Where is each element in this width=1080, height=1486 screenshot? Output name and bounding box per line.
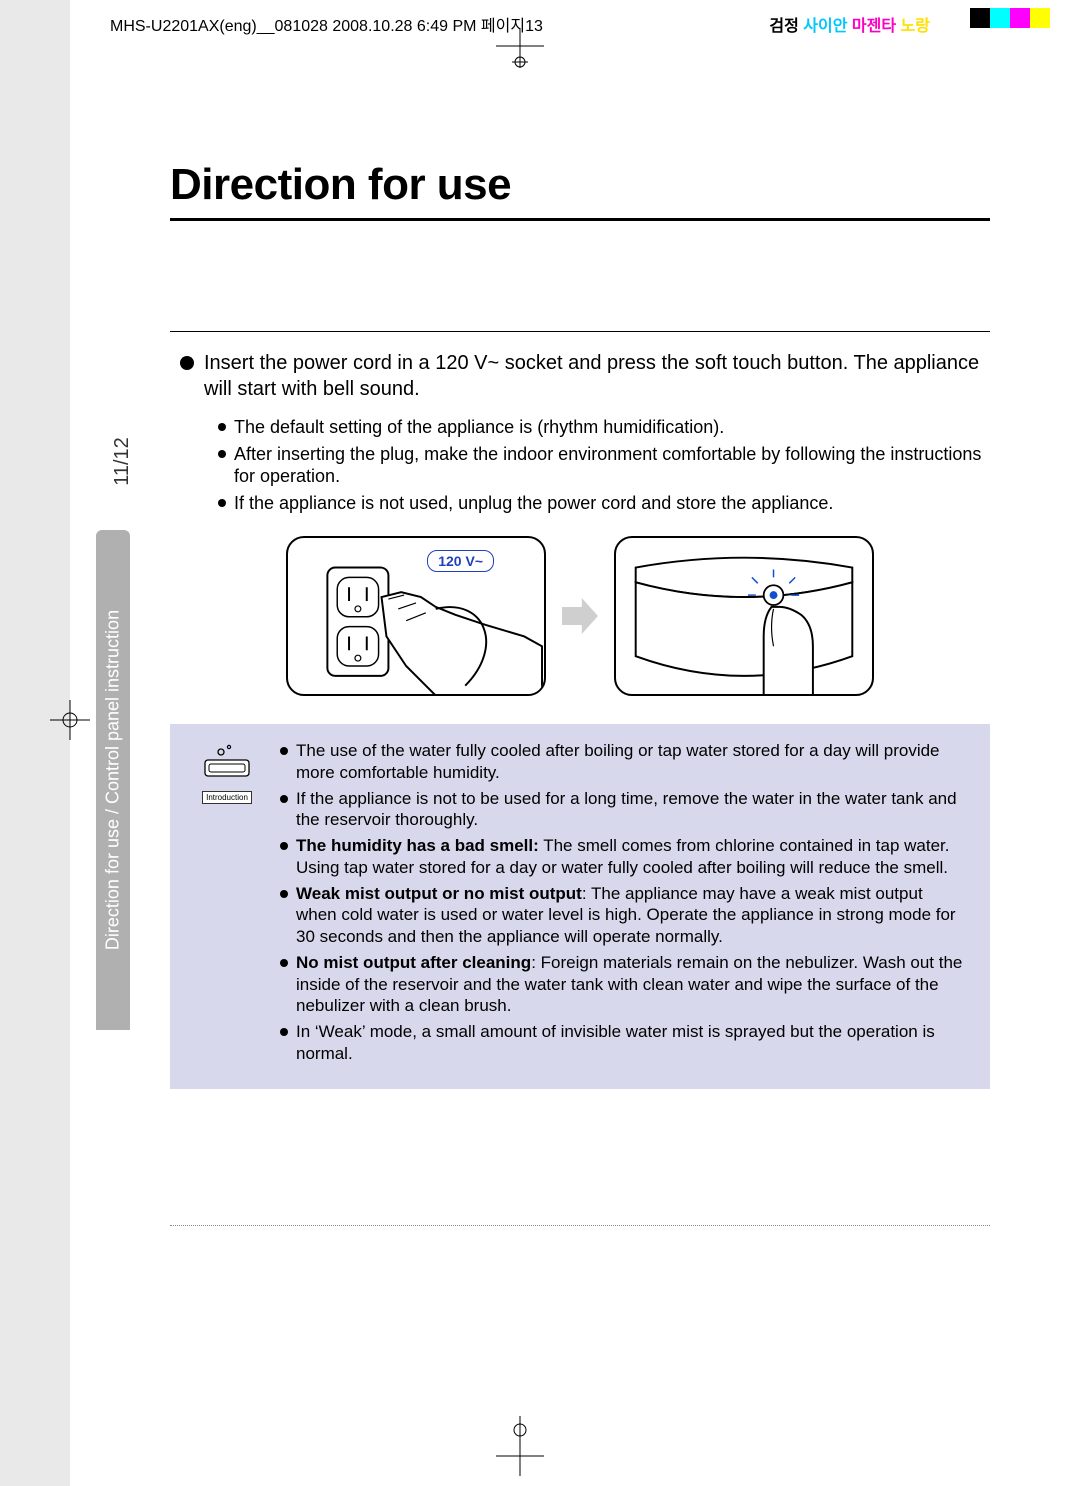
registration-mark-bottom-icon bbox=[490, 1416, 550, 1476]
footer-dotted-rule bbox=[170, 1225, 990, 1226]
lead-paragraph: Insert the power cord in a 120 V~ socket… bbox=[170, 350, 990, 402]
color-label-yellow: 노랑 bbox=[901, 18, 930, 35]
bullet-item: The default setting of the appliance is … bbox=[218, 416, 990, 439]
color-label-black: 검정 bbox=[769, 18, 798, 35]
page-number: 11/12 bbox=[111, 437, 134, 486]
side-tab-label: Direction for use / Control panel instru… bbox=[103, 610, 124, 950]
left-gutter bbox=[0, 0, 70, 1486]
introduction-icon bbox=[199, 744, 255, 780]
info-item: In ‘Weak’ mode, a small amount of invisi… bbox=[280, 1021, 968, 1065]
figure-press-button bbox=[614, 536, 874, 696]
bullet-dot-icon bbox=[180, 356, 194, 370]
side-tab: Direction for use / Control panel instru… bbox=[96, 530, 130, 1030]
bullet-list: The default setting of the appliance is … bbox=[170, 416, 990, 514]
bullet-text: After inserting the plug, make the indoo… bbox=[234, 444, 981, 487]
info-item: If the appliance is not to be used for a… bbox=[280, 788, 968, 832]
info-text: If the appliance is not to be used for a… bbox=[296, 789, 957, 830]
introduction-caption: Introduction bbox=[202, 791, 252, 804]
lead-text: Insert the power cord in a 120 V~ socket… bbox=[204, 352, 979, 400]
plug-illustration-icon bbox=[288, 538, 544, 696]
bullet-item: If the appliance is not used, unplug the… bbox=[218, 492, 990, 515]
info-bold: No mist output after cleaning bbox=[296, 953, 531, 972]
bullet-text: If the appliance is not used, unplug the… bbox=[234, 493, 833, 513]
info-item: The use of the water fully cooled after … bbox=[280, 740, 968, 784]
info-text: The use of the water fully cooled after … bbox=[296, 741, 940, 782]
swatch-cyan bbox=[990, 8, 1010, 28]
color-label-cyan: 사이안 bbox=[803, 18, 847, 35]
figure-plug-outlet: 120 V~ bbox=[286, 536, 546, 696]
swatch-black bbox=[970, 8, 990, 28]
page: MHS-U2201AX(eng)__081028 2008.10.28 6:49… bbox=[0, 0, 1080, 1486]
info-item: The humidity has a bad smell: The smell … bbox=[280, 835, 968, 879]
color-swatches bbox=[970, 8, 1050, 28]
figure-row: 120 V~ bbox=[170, 536, 990, 696]
print-header: MHS-U2201AX(eng)__081028 2008.10.28 6:49… bbox=[110, 12, 1020, 36]
info-list: The use of the water fully cooled after … bbox=[280, 740, 968, 1069]
registration-mark-top-icon bbox=[490, 28, 550, 68]
file-info: MHS-U2201AX(eng)__081028 2008.10.28 6:49… bbox=[110, 12, 543, 36]
info-box: Introduction The use of the water fully … bbox=[170, 724, 990, 1089]
page-title: Direction for use bbox=[170, 160, 990, 210]
color-labels: 검정 사이안 마젠타 노랑 bbox=[769, 12, 930, 36]
info-item: Weak mist output or no mist output: The … bbox=[280, 883, 968, 948]
info-item: No mist output after cleaning: Foreign m… bbox=[280, 952, 968, 1017]
bullet-item: After inserting the plug, make the indoo… bbox=[218, 443, 990, 488]
bullet-text: The default setting of the appliance is … bbox=[234, 417, 724, 437]
info-bold: The humidity has a bad smell: bbox=[296, 836, 539, 855]
rule-thick bbox=[170, 218, 990, 221]
info-icon-column: Introduction bbox=[192, 740, 262, 1069]
registration-mark-left-icon bbox=[50, 700, 90, 740]
rule-thin bbox=[170, 331, 990, 332]
voltage-label: 120 V~ bbox=[427, 550, 494, 572]
swatch-yellow bbox=[1030, 8, 1050, 28]
arrow-right-icon bbox=[562, 598, 598, 634]
press-button-illustration-icon bbox=[616, 538, 872, 696]
color-label-magenta: 마젠타 bbox=[852, 18, 896, 35]
info-text: In ‘Weak’ mode, a small amount of invisi… bbox=[296, 1022, 935, 1063]
content: Direction for use Insert the power cord … bbox=[170, 160, 990, 1249]
swatch-magenta bbox=[1010, 8, 1030, 28]
info-bold: Weak mist output or no mist output bbox=[296, 884, 582, 903]
